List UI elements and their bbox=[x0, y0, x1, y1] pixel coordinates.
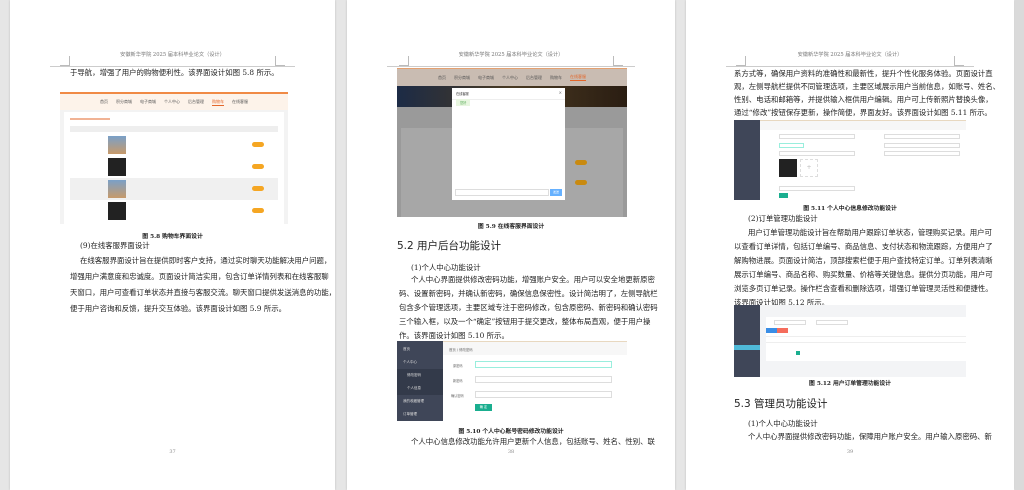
figure-caption: 图 5.8 购物车界面设计 bbox=[142, 234, 203, 240]
subheading: (1)个人中心功能设计 bbox=[748, 419, 818, 428]
sidebar-item-profile[interactable]: 个人中心 bbox=[397, 356, 443, 369]
body-line: 解购物进展。页面设计简洁，顶部搜索栏便于用户查找特定订单。订单列表清晰 bbox=[734, 256, 993, 265]
body-line: 三个输入框，以及一个“确定”按钮用于提交更改，整体布局直观，便于用户操 bbox=[399, 317, 651, 326]
section-heading: 5.3 管理员功能设计 bbox=[734, 398, 828, 410]
body-line: 个人中心界面提供修改密码功能，增强账户安全。用户可以安全地更新原密 bbox=[411, 275, 655, 284]
body-line: 以查看订单详情，包括订单编号、商品信息、支付状态和物流跟踪，方便用户了 bbox=[734, 242, 993, 251]
page-header: 安徽新华学院 2025 届本科毕业论文（设计） bbox=[458, 52, 564, 58]
scrollbar[interactable] bbox=[1015, 0, 1024, 490]
figure-5-8-cart-screenshot: 首页 积分商城 电子商城 个人中心 后台管理 购物车 在线客服 bbox=[60, 92, 288, 224]
new-password-input[interactable] bbox=[475, 376, 612, 383]
body-line: 个人中心信息修改功能允许用户更新个人信息，包括账号、姓名、性别、联 bbox=[411, 437, 655, 446]
body-line: 包含多个管理选项，主要区域专注于密码修改，包含原密码、新密码和确认密码 bbox=[399, 303, 658, 312]
field-label: 新密码 bbox=[453, 379, 463, 383]
header-rule bbox=[50, 66, 295, 67]
page-37: 安徽新华学院 2025 届本科毕业论文（设计） 于导航，增强了用户的购物便利性。… bbox=[10, 0, 337, 490]
figure-caption: 图 5.11 个人中心信息修改功能设计 bbox=[803, 206, 897, 212]
body-line: 浏览多页订单记录。操作栏含查看和删除选项，增强订单管理灵活性和便捷性。 bbox=[734, 284, 993, 293]
body-line: 作。该界面设计如图 5.10 所示。 bbox=[399, 331, 509, 340]
page-number: 39 bbox=[846, 449, 854, 455]
header-rule bbox=[726, 66, 974, 67]
body-line: 码、设置新密码，并确认新密码，确保信息保密性。设计简洁明了，左侧导航栏 bbox=[399, 289, 658, 298]
field-label: 原密码 bbox=[453, 364, 463, 368]
pagination-current[interactable] bbox=[796, 351, 800, 355]
shop-nav: 首页 积分商城 电子商城 个人中心 后台管理 购物车 在线客服 bbox=[397, 68, 627, 86]
figure-5-9-chat-screenshot: 首页 积分商城 电子商城 个人中心 后台管理 购物车 在线客服 在线客服 × 您好 发送 bbox=[397, 68, 627, 217]
subheading: (1)个人中心功能设计 bbox=[411, 263, 481, 272]
sidebar-item-home[interactable]: 首页 bbox=[397, 343, 443, 356]
modify-button[interactable] bbox=[779, 193, 788, 198]
body-line: 通过“修改”按钮保存更新，操作简便，界面友好。该界面设计如图 5.11 所示。 bbox=[734, 108, 992, 117]
body-line: 观，左侧导航栏提供不同管理选项，主要区域展示用户当前信息，如账号、姓名、 bbox=[734, 82, 1001, 91]
confirm-button[interactable]: 确 定 bbox=[475, 404, 492, 411]
subheading: (2)订单管理功能设计 bbox=[748, 214, 818, 223]
body-line: 便于用户咨询和反馈，提升交互体验。该界面设计如图 5.9 所示。 bbox=[70, 304, 287, 313]
chat-input[interactable] bbox=[455, 189, 549, 196]
field-label: 确认密码 bbox=[451, 394, 464, 398]
body-line: 用户订单管理功能设计旨在帮助用户跟踪订单状态，管理购买记录。用户可 bbox=[748, 228, 992, 237]
confirm-password-input[interactable] bbox=[475, 391, 612, 398]
body-line: 个人中心界面提供修改密码功能，保障用户账户安全。用户输入原密码、新 bbox=[748, 432, 992, 441]
figure-5-11-profile-screenshot: + bbox=[734, 120, 966, 200]
upload-plus-icon[interactable]: + bbox=[800, 159, 818, 177]
sidebar-item-password[interactable]: 修改密码 bbox=[397, 369, 443, 382]
body-line: 系方式等，确保用户资料的准确性和最新性，提升个性化服务体验。页面设计直 bbox=[734, 69, 993, 78]
body-line: 天窗口，用户可查看订单状态并直接与客服交流。聊天窗口提供发送消息的功能， bbox=[70, 288, 337, 297]
body-line: 展示订单编号、商品名称、购买数量、价格等关键信息。提供分页功能，用户可 bbox=[734, 270, 993, 279]
breadcrumb: 首页 / 修改密码 bbox=[443, 341, 627, 355]
header-rule bbox=[387, 66, 635, 67]
avatar bbox=[779, 159, 797, 177]
page-header: 安徽新华学院 2025 届本科毕业论文（设计） bbox=[120, 52, 225, 58]
body-line: 性别、电话和邮箱等，并提供输入框供用户编辑。用户可上传新照片替换头像， bbox=[734, 95, 993, 104]
subheading: (9)在线客服界面设计 bbox=[80, 241, 150, 250]
page-38: 安徽新华学院 2025 届本科毕业论文（设计） 首页 积分商城 电子商城 个人中心 后台… bbox=[347, 0, 675, 490]
figure-5-10-password-screenshot: 首页 个人中心 修改密码 个人信息 我的收藏管理 订单管理 首页 / 修改密码 … bbox=[397, 341, 627, 421]
section-heading: 5.2 用户后台功能设计 bbox=[397, 240, 502, 252]
page-39: 安徽新华学院 2025 届本科毕业论文（设计） 系方式等，确保用户资料的准确性和… bbox=[686, 0, 1014, 490]
figure-5-12-orders-screenshot bbox=[734, 305, 966, 377]
figure-caption: 图 5.10 个人中心账号密码修改功能设计 bbox=[458, 429, 564, 435]
sidebar-item-orders[interactable]: 订单管理 bbox=[397, 408, 443, 421]
figure-caption: 图 5.12 用户订单管理功能设计 bbox=[809, 381, 891, 387]
page-number: 38 bbox=[507, 449, 515, 455]
body-line: 于导航，增强了用户的购物便利性。该界面设计如图 5.8 所示。 bbox=[70, 68, 279, 77]
figure-caption: 图 5.9 在线客服界面设计 bbox=[477, 224, 545, 230]
chat-dialog: 在线客服 × 您好 发送 bbox=[452, 88, 565, 200]
close-icon[interactable]: × bbox=[559, 90, 562, 95]
shop-nav: 首页 积分商城 电子商城 个人中心 后台管理 购物车 在线客服 bbox=[60, 94, 288, 110]
sidebar-item-favorites[interactable]: 我的收藏管理 bbox=[397, 395, 443, 408]
body-line: 在线客服界面设计旨在提供即时客户支持，通过实时聊天功能解决用户问题， bbox=[80, 256, 332, 265]
old-password-input[interactable] bbox=[475, 361, 612, 368]
page-number: 37 bbox=[169, 449, 176, 455]
send-button[interactable]: 发送 bbox=[550, 189, 562, 196]
chat-message: 您好 bbox=[456, 99, 471, 106]
body-line: 增强用户满意度和忠诚度。页面设计简洁实用，包含订单详情列表和在线客服聊 bbox=[70, 272, 329, 281]
sidebar-item-info[interactable]: 个人信息 bbox=[397, 382, 443, 395]
